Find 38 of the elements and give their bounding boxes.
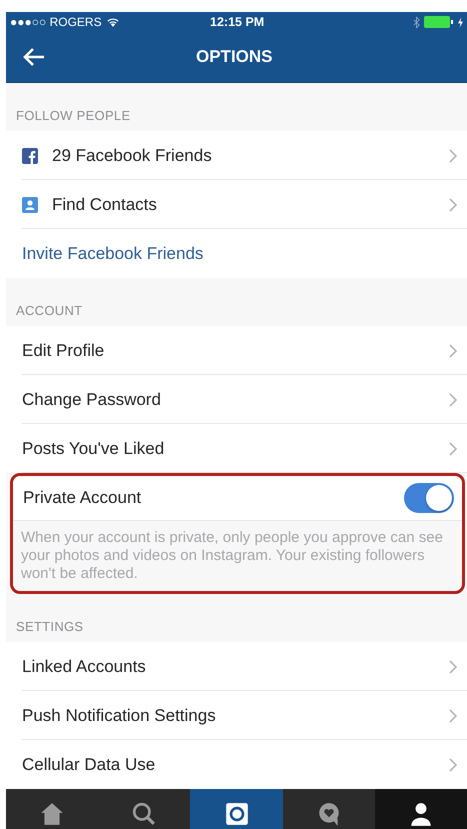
chevron-icon: [449, 442, 457, 456]
camera-icon: [224, 801, 250, 827]
chevron-icon: [449, 708, 457, 722]
settings-row[interactable]: Change Password: [6, 375, 467, 424]
settings-row[interactable]: Find Contacts: [6, 180, 467, 229]
tab-button[interactable]: [374, 789, 467, 829]
settings-row[interactable]: Posts You've Liked: [6, 424, 467, 473]
tab-button[interactable]: [190, 789, 283, 829]
carrier-text: ●●●○○ ROGERS: [10, 15, 102, 29]
bluetooth-icon: [413, 16, 420, 28]
settings-row[interactable]: Edit Profile: [6, 326, 467, 375]
section-header: ACCOUNT: [15, 302, 84, 320]
settings-row[interactable]: Linked Accounts: [6, 642, 467, 691]
chevron-icon: [449, 660, 457, 674]
settings-row[interactable]: 29 Facebook Friends: [6, 131, 467, 180]
section-header: FOLLOW PEOPLE: [15, 107, 132, 125]
chevron-icon: [449, 758, 457, 772]
battery-icon: [424, 16, 454, 28]
facebook-icon: [22, 148, 38, 164]
chevron-icon: [449, 198, 457, 212]
back-arrow-icon: [22, 47, 46, 67]
chevron-icon: [449, 392, 457, 406]
search-icon: [131, 801, 158, 827]
contacts-icon: [22, 196, 38, 212]
wifi-icon: [106, 16, 120, 28]
section-header: SETTINGS: [15, 618, 84, 636]
charging-icon: [458, 16, 463, 28]
chevron-icon: [449, 148, 457, 162]
setting-label: Private Account: [23, 488, 142, 508]
settings-row[interactable]: Push Notification Settings: [6, 691, 467, 740]
setting-description: When your account is private, only people you approve can see your photos and videos on Instagram. Your existing followers won't be affected.: [13, 520, 462, 591]
screen-title: OPTIONS: [196, 47, 273, 67]
settings-row[interactable]: Cellular Data Use: [6, 740, 467, 789]
house-icon: [39, 801, 66, 827]
clock-text: 12:15 PM: [210, 15, 264, 29]
private-toggle[interactable]: [404, 483, 454, 513]
chevron-icon: [449, 344, 457, 358]
invite-link[interactable]: Invite Facebook Friends: [22, 244, 204, 264]
